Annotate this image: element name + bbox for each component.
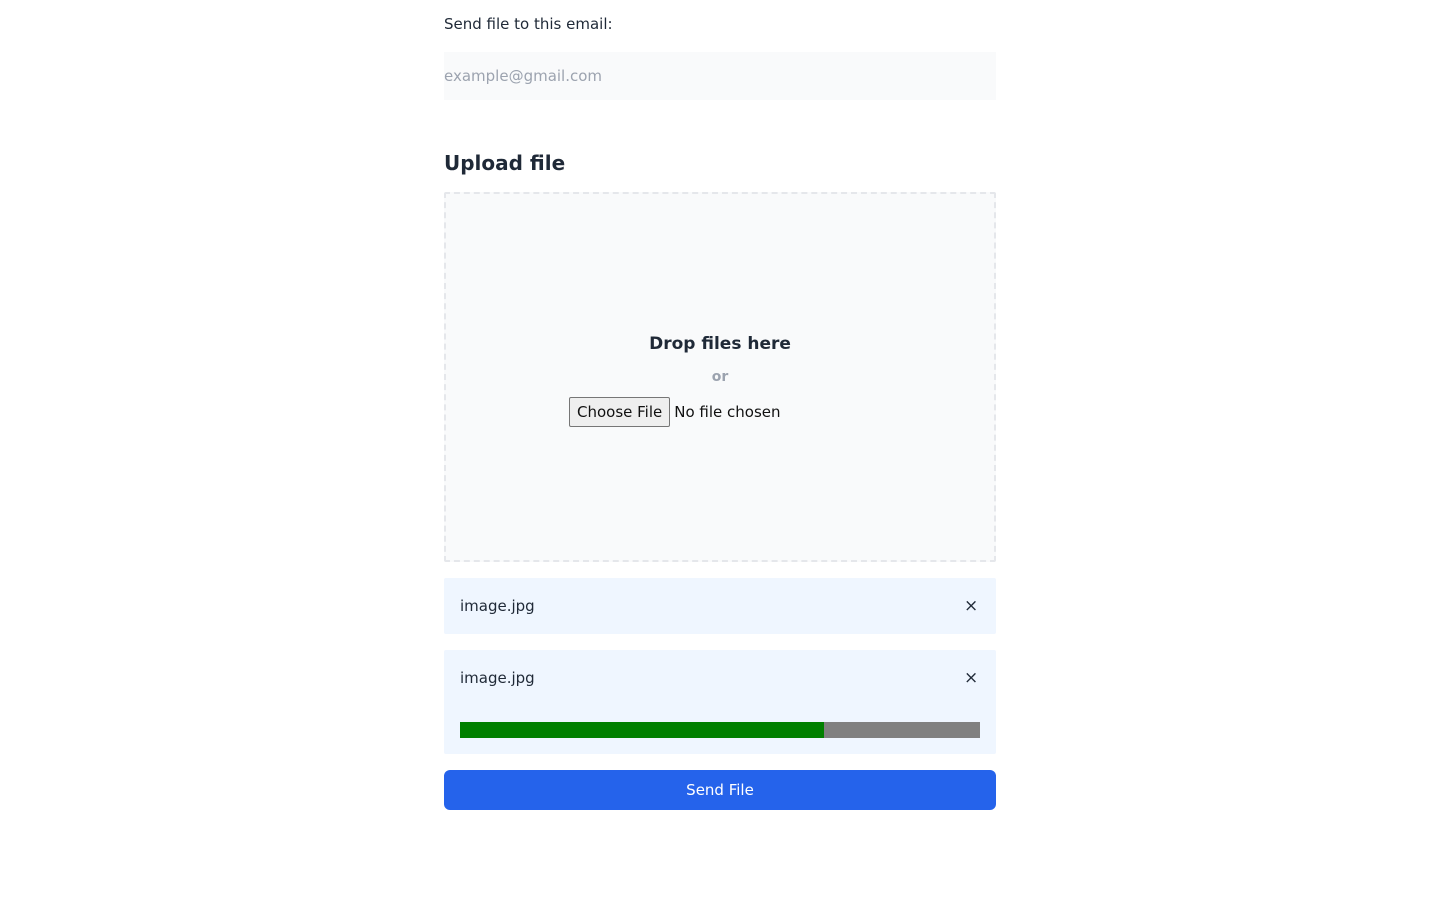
- dropzone-title: Drop files here: [649, 334, 791, 354]
- file-item: image.jpg ×: [444, 578, 996, 634]
- dropzone-or-text: or: [711, 369, 729, 385]
- upload-progress-fill: [460, 722, 824, 738]
- email-label: Send file to this email:: [444, 15, 613, 33]
- upload-title: Upload file: [444, 151, 566, 175]
- file-name: image.jpg: [460, 597, 535, 615]
- file-name: image.jpg: [460, 669, 535, 687]
- close-icon[interactable]: ×: [964, 667, 978, 689]
- dropzone[interactable]: Drop files here or Choose File No file c…: [444, 192, 996, 562]
- close-icon[interactable]: ×: [964, 595, 978, 617]
- file-item: image.jpg ×: [444, 650, 996, 754]
- email-input[interactable]: [444, 52, 996, 100]
- send-file-button[interactable]: Send File: [444, 770, 996, 810]
- choose-file-button[interactable]: Choose File: [569, 397, 671, 427]
- file-picker[interactable]: Choose File No file chosen: [569, 397, 781, 427]
- upload-progress-bar: [460, 722, 980, 738]
- no-file-chosen-text: No file chosen: [674, 403, 781, 421]
